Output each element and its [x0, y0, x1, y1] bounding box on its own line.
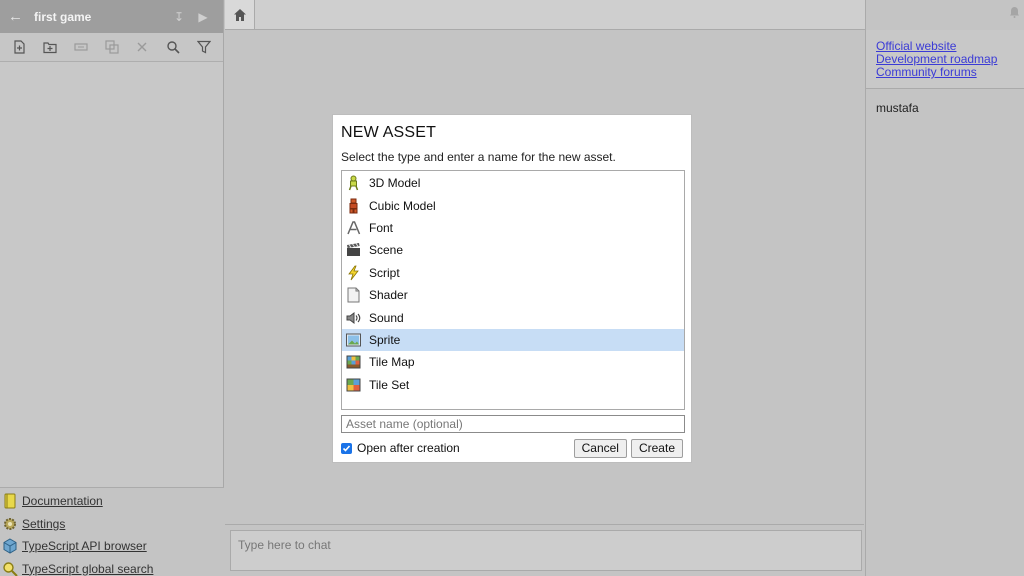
sidebar-link-settings[interactable]: Settings	[0, 513, 224, 536]
asset-toolbar	[0, 33, 223, 62]
3d-model-icon	[346, 175, 361, 191]
chat-panel	[225, 524, 864, 576]
book-icon	[4, 493, 16, 509]
script-icon	[346, 265, 361, 281]
asset-name-input[interactable]	[341, 415, 685, 433]
asset-type-shader[interactable]: Shader	[342, 284, 684, 306]
cancel-button[interactable]: Cancel	[573, 438, 627, 458]
back-arrow-icon[interactable]: ←	[8, 8, 28, 25]
search-icon[interactable]	[158, 35, 189, 59]
sidebar-link-ts-search[interactable]: TypeScript global search	[0, 558, 224, 576]
asset-type-font[interactable]: Font	[342, 217, 684, 239]
cube-icon	[3, 538, 17, 554]
tile-set-icon	[346, 377, 361, 393]
asset-type-sound[interactable]: Sound	[342, 306, 684, 328]
cubic-model-icon	[346, 198, 361, 214]
new-asset-icon[interactable]	[4, 35, 35, 59]
dialog-title: NEW ASSET	[341, 124, 437, 141]
scene-icon	[346, 242, 361, 258]
sprite-icon	[346, 332, 361, 348]
bell-icon[interactable]	[1009, 6, 1020, 21]
sidebar-link-ts-api[interactable]: TypeScript API browser	[0, 535, 224, 558]
rename-icon[interactable]	[65, 35, 96, 59]
dialog-footer: Open after creation Cancel Create	[341, 438, 683, 458]
project-title: first game	[34, 9, 92, 24]
asset-type-list: 3D Model Cubic Model Font Scene Script S…	[341, 170, 685, 410]
community-forums-link[interactable]: Community forums	[876, 66, 1014, 79]
home-icon	[233, 8, 246, 21]
search-icon	[3, 562, 18, 576]
asset-type-scene[interactable]: Scene	[342, 239, 684, 261]
sound-icon	[346, 310, 361, 326]
tab-bar	[225, 0, 865, 30]
community-links: Official website Development roadmap Com…	[866, 30, 1024, 89]
delete-icon[interactable]	[127, 35, 158, 59]
sidebar-links: Documentation Settings TypeScript API br…	[0, 487, 224, 576]
typescript-api-link[interactable]: TypeScript API browser	[22, 539, 147, 553]
documentation-link[interactable]: Documentation	[22, 494, 103, 508]
chat-input[interactable]	[230, 530, 862, 571]
font-icon	[346, 220, 361, 236]
dialog-description: Select the type and enter a name for the…	[341, 150, 616, 164]
new-folder-icon[interactable]	[35, 35, 66, 59]
open-after-creation-label: Open after creation	[357, 441, 460, 455]
shader-icon	[346, 287, 361, 303]
duplicate-icon[interactable]	[96, 35, 127, 59]
tile-map-icon	[346, 354, 361, 370]
asset-type-cubic-model[interactable]: Cubic Model	[342, 194, 684, 216]
username: mustafa	[876, 101, 919, 115]
new-asset-dialog: NEW ASSET Select the type and enter a na…	[332, 114, 692, 463]
open-after-creation-checkbox[interactable]: Open after creation	[341, 441, 570, 455]
home-tab[interactable]	[225, 0, 255, 29]
typescript-search-link[interactable]: TypeScript global search	[22, 562, 153, 576]
asset-type-sprite[interactable]: Sprite	[342, 328, 684, 352]
create-button[interactable]: Create	[630, 438, 683, 458]
sidebar-link-documentation[interactable]: Documentation	[0, 490, 224, 513]
asset-type-tile-map[interactable]: Tile Map	[342, 351, 684, 373]
checkbox-checked-icon[interactable]	[341, 442, 352, 454]
project-header: ← first game ↧ ▶	[0, 0, 223, 33]
download-icon[interactable]: ↧	[167, 10, 191, 24]
gear-icon	[4, 517, 16, 530]
right-panel: Official website Development roadmap Com…	[865, 0, 1024, 576]
project-sidebar: ← first game ↧ ▶ Documentation Settings …	[0, 0, 224, 576]
asset-type-tile-set[interactable]: Tile Set	[342, 374, 684, 396]
settings-link[interactable]: Settings	[22, 517, 65, 531]
asset-type-script[interactable]: Script	[342, 262, 684, 284]
filter-icon[interactable]	[188, 35, 219, 59]
play-icon[interactable]: ▶	[191, 10, 215, 24]
asset-type-3d-model[interactable]: 3D Model	[342, 172, 684, 194]
